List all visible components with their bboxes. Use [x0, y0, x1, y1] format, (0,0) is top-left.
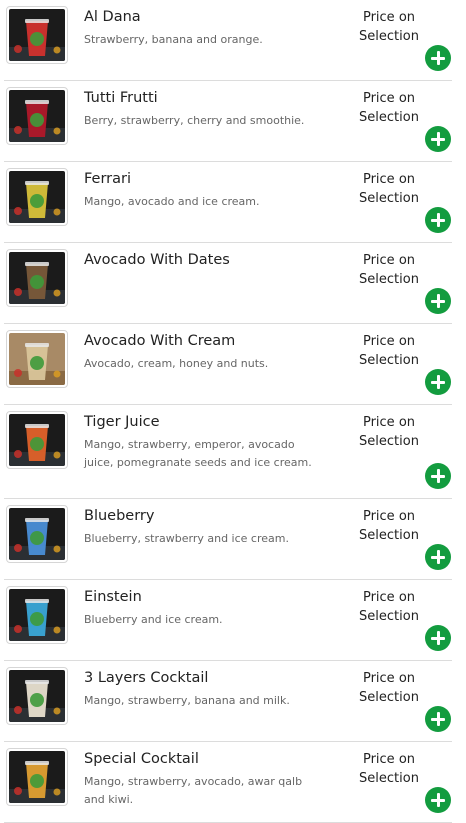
product-description: Blueberry and ice cream.	[84, 613, 223, 626]
drink-photo-icon	[9, 414, 65, 466]
product-description: Avocado, cream, honey and nuts.	[84, 357, 269, 370]
add-to-cart-button[interactable]	[425, 207, 451, 233]
product-name: Einstein	[84, 589, 142, 605]
product-description: Blueberry, strawberry and ice cream.	[84, 532, 289, 545]
add-to-cart-button[interactable]	[425, 288, 451, 314]
menu-item[interactable]: Al Dana Strawberry, banana and orange. P…	[4, 0, 452, 81]
product-price: Price on Selection	[359, 671, 419, 705]
menu-item[interactable]: 3 Layers Cocktail Mango, strawberry, ban…	[4, 661, 452, 742]
product-name: 3 Layers Cocktail	[84, 670, 209, 686]
product-thumbnail[interactable]	[6, 748, 68, 806]
menu-item[interactable]: Avocado With Cream Avocado, cream, honey…	[4, 324, 452, 405]
product-price: Price on Selection	[359, 509, 419, 543]
product-thumbnail[interactable]	[6, 168, 68, 226]
product-thumbnail[interactable]	[6, 667, 68, 725]
product-price: Price on Selection	[359, 91, 419, 125]
product-thumbnail[interactable]	[6, 330, 68, 388]
product-price: Price on Selection	[359, 334, 419, 368]
product-name: Tutti Frutti	[84, 90, 158, 106]
product-name: Avocado With Dates	[84, 252, 230, 268]
product-description: Berry, strawberry, cherry and smoothie.	[84, 114, 305, 127]
product-price: Price on Selection	[359, 752, 419, 786]
product-price: Price on Selection	[359, 415, 419, 449]
product-price: Price on Selection	[359, 590, 419, 624]
product-description: Mango, strawberry, avocado, awar qalb an…	[84, 775, 303, 806]
add-to-cart-button[interactable]	[425, 463, 451, 489]
product-price: Price on Selection	[359, 253, 419, 287]
menu-item[interactable]: Avocado With Dates Price on Selection	[4, 243, 452, 324]
product-name: Special Cocktail	[84, 751, 199, 767]
product-price: Price on Selection	[359, 10, 419, 44]
product-thumbnail[interactable]	[6, 6, 68, 64]
drink-photo-icon	[9, 333, 65, 385]
add-to-cart-button[interactable]	[425, 787, 451, 813]
product-thumbnail[interactable]	[6, 249, 68, 307]
product-price: Price on Selection	[359, 172, 419, 206]
drink-photo-icon	[9, 670, 65, 722]
add-to-cart-button[interactable]	[425, 625, 451, 651]
menu-list: Al Dana Strawberry, banana and orange. P…	[0, 0, 466, 823]
menu-item[interactable]: Einstein Blueberry and ice cream. Price …	[4, 580, 452, 661]
product-thumbnail[interactable]	[6, 411, 68, 469]
add-to-cart-button[interactable]	[425, 706, 451, 732]
add-to-cart-button[interactable]	[425, 126, 451, 152]
drink-photo-icon	[9, 508, 65, 560]
product-name: Al Dana	[84, 9, 141, 25]
add-to-cart-button[interactable]	[425, 544, 451, 570]
product-thumbnail[interactable]	[6, 586, 68, 644]
menu-item[interactable]: Tiger Juice Mango, strawberry, emperor, …	[4, 405, 452, 499]
product-name: Tiger Juice	[84, 414, 160, 430]
drink-photo-icon	[9, 171, 65, 223]
drink-photo-icon	[9, 9, 65, 61]
menu-item[interactable]: Tutti Frutti Berry, strawberry, cherry a…	[4, 81, 452, 162]
drink-photo-icon	[9, 90, 65, 142]
menu-item[interactable]: Special Cocktail Mango, strawberry, avoc…	[4, 742, 452, 823]
drink-photo-icon	[9, 252, 65, 304]
product-thumbnail[interactable]	[6, 505, 68, 563]
add-to-cart-button[interactable]	[425, 369, 451, 395]
menu-item[interactable]: Blueberry Blueberry, strawberry and ice …	[4, 499, 452, 580]
product-name: Ferrari	[84, 171, 132, 187]
product-description: Mango, avocado and ice cream.	[84, 195, 260, 208]
menu-item[interactable]: Ferrari Mango, avocado and ice cream. Pr…	[4, 162, 452, 243]
add-to-cart-button[interactable]	[425, 45, 451, 71]
product-description: Mango, strawberry, emperor, avocado juic…	[84, 438, 312, 469]
product-thumbnail[interactable]	[6, 87, 68, 145]
product-description: Mango, strawberry, banana and milk.	[84, 694, 290, 707]
product-description: Strawberry, banana and orange.	[84, 33, 263, 46]
product-name: Blueberry	[84, 508, 155, 524]
product-name: Avocado With Cream	[84, 333, 236, 349]
drink-photo-icon	[9, 751, 65, 803]
drink-photo-icon	[9, 589, 65, 641]
